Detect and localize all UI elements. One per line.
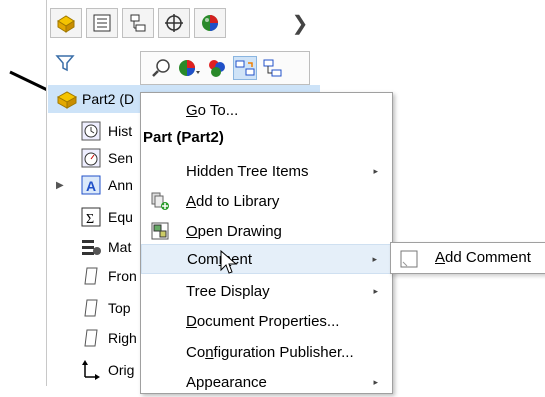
manager-tabs [50,8,226,40]
origin-icon [80,359,102,381]
submenu-arrow-icon: ▸ [373,165,378,176]
configuration-manager-icon [130,14,146,32]
history-icon [80,120,102,142]
tree-item[interactable]: Hist [80,118,132,144]
heads-up-toolbar [140,51,310,85]
menu-item-hidden-tree-items[interactable]: Hidden Tree Items ▸ [141,156,392,186]
chevron-right-icon[interactable]: ❯ [288,8,312,38]
mouse-cursor-icon [220,250,238,274]
comment-submenu: Add Comment [390,242,545,274]
context-menu: Go To... Part (Part2) Hidden Tree Items … [140,92,393,394]
material-icon [80,236,102,258]
menu-item-add-to-library[interactable]: Add to Library [141,186,392,216]
tab-displaymanager[interactable] [194,8,226,38]
menu-item-document-properties[interactable]: Document Properties... [141,306,392,336]
menu-item-go-to[interactable]: Go To... [141,95,392,125]
add-to-library-icon [149,190,171,212]
appearance-icon[interactable] [177,56,201,80]
tab-dimxpertmanager[interactable] [158,8,190,38]
equations-icon: Σ [80,206,102,228]
front-plane-icon [80,265,102,287]
menu-item-comment[interactable]: Comment ▸ [141,244,392,274]
tree-item[interactable]: Mat [80,234,131,260]
crosshair-icon [165,14,183,32]
submenu-arrow-icon: ▸ [373,285,378,296]
comment-icon [399,249,419,269]
tab-configurationmanager[interactable] [122,8,154,38]
menu-item-tree-display[interactable]: Tree Display ▸ [141,276,392,306]
svg-text:A: A [86,178,96,194]
tree-item[interactable]: Sen [80,145,133,171]
tree-item[interactable]: Orig [80,357,134,383]
annotations-icon: A [80,174,102,196]
tree-item[interactable]: A Ann [80,172,133,198]
tab-featuremanager[interactable] [50,8,82,38]
part-icon [56,91,78,109]
menu-item-appearance[interactable]: Appearance ▸ [141,367,392,397]
sensors-icon [80,147,102,169]
rollback-icon[interactable] [261,56,285,80]
top-plane-icon [80,297,102,319]
submenu-arrow-icon: ▸ [372,253,377,264]
property-manager-icon [93,14,111,32]
menu-header: Part (Part2) [143,129,224,146]
open-drawing-icon [149,220,171,242]
tree-root-label: Part2 (D [82,91,135,107]
tree-item[interactable]: Fron [80,263,137,289]
scene-icon[interactable] [205,56,229,80]
right-plane-icon [80,327,102,349]
filter-icon[interactable] [52,50,78,76]
expand-arrow-icon[interactable]: ▶ [56,180,64,191]
zoom-icon[interactable] [149,56,173,80]
tree-item[interactable]: Top [80,295,131,321]
tree-item[interactable]: Σ Equ [80,204,133,230]
menu-item-configuration-publisher[interactable]: Configuration Publisher... [141,337,392,367]
svg-text:Σ: Σ [86,212,94,227]
tree-item[interactable]: Righ [80,325,137,351]
display-manager-icon [202,15,218,31]
tab-propertymanager[interactable] [86,8,118,38]
part-icon [57,15,75,33]
menu-item-open-drawing[interactable]: Open Drawing [141,216,392,246]
menu-item-add-comment[interactable]: Add Comment [391,243,545,273]
tree-view-icon[interactable] [233,56,257,80]
